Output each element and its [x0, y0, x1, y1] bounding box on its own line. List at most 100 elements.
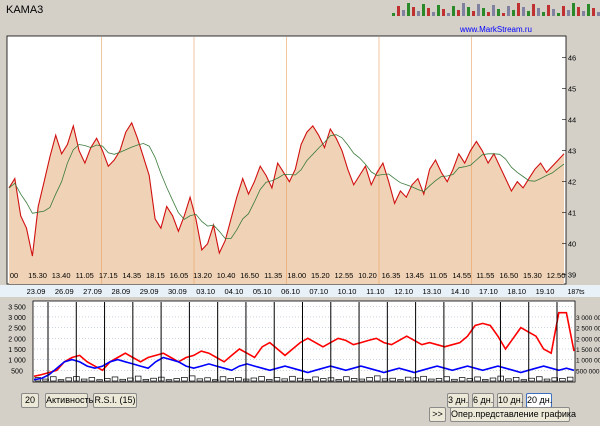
price-y-tick-label: 43: [568, 147, 576, 156]
ticker-bar: [472, 11, 475, 16]
chart-area: www.MarkStream.ru 39 40 41 42 43 44 45 46 00 15.…: [0, 20, 600, 388]
ticker-bar: [542, 12, 545, 16]
volume-right-tick-label: 1 000 000: [576, 358, 600, 365]
price-y-tick-label: 42: [568, 178, 576, 187]
price-x-tick-label: 12.50: [547, 271, 566, 280]
volume-left-tick-label: 1 000: [8, 358, 26, 365]
price-x-tick-label: 12.55: [335, 271, 354, 280]
ticker-bar: [452, 6, 455, 16]
ticker-bar: [432, 12, 435, 16]
price-x-tick-label: 11.55: [476, 271, 494, 280]
range-button-20d[interactable]: 20 дн.: [526, 393, 552, 408]
ticker-bar: [562, 6, 565, 16]
ticker-bar: [462, 3, 465, 16]
price-x-tick-label: 11.05: [76, 271, 94, 280]
volume-right-tick-label: 2 500 000: [576, 326, 600, 333]
date-label: 14.10: [451, 287, 470, 296]
price-x-tick-label: 00: [10, 271, 18, 280]
ticker-bar: [557, 13, 560, 16]
ticker-bar: [422, 4, 425, 16]
ticker-bar: [572, 3, 575, 16]
price-y-tick-label: 46: [568, 54, 576, 63]
volume-left-tick-label: 1 500: [8, 347, 26, 354]
range-button-6d[interactable]: 6 дн.: [472, 393, 494, 408]
price-y-tick-label: 39: [568, 271, 576, 280]
volume-left-tick-label: 2 000: [8, 336, 26, 343]
ticker-bar: [412, 7, 415, 16]
ticker-bar: [587, 4, 590, 16]
ticker-bar: [577, 7, 580, 16]
price-x-tick-label: 10.40: [217, 271, 236, 280]
ticker-bar: [522, 7, 525, 16]
price-x-tick-label: 13.45: [405, 271, 424, 280]
volume-chart-frame: [32, 300, 576, 383]
price-x-tick-label: 18.15: [146, 271, 165, 280]
price-y-tick-label: 44: [568, 116, 576, 125]
ticker-bar: [552, 9, 555, 16]
range-button-10d[interactable]: 10 дн.: [497, 393, 523, 408]
price-chart: www.MarkStream.ru 39 40 41 42 43 44 45 46 00 15.…: [6, 25, 576, 285]
ticker-bar: [477, 4, 480, 16]
ticker-bar: [492, 5, 495, 16]
date-label: 23.09: [27, 287, 46, 296]
date-label: 12.10: [394, 287, 413, 296]
ticker-bar: [457, 10, 460, 16]
period-field[interactable]: 20: [21, 393, 39, 408]
ticker-bar: [527, 11, 530, 16]
price-x-tick-label: 11.35: [264, 271, 282, 280]
volume-left-tick-label: 3 500: [8, 304, 26, 311]
date-label: 04.10: [225, 287, 244, 296]
date-label: 18.10: [507, 287, 526, 296]
date-label: 10.10: [338, 287, 357, 296]
volume-right-axis: 3 000 000 2 500 000 2 000 000 1 500 000 1 00…: [576, 315, 600, 375]
price-x-tick-label: 16.05: [170, 271, 189, 280]
volume-left-tick-label: 500: [11, 368, 23, 375]
price-x-tick-label: 13.20: [193, 271, 212, 280]
rsi-button[interactable]: R.S.I. (15): [93, 393, 137, 408]
activity-button[interactable]: Активность: [45, 393, 93, 408]
scroll-right-button[interactable]: >>: [429, 407, 446, 422]
date-label: 07.10: [309, 287, 328, 296]
price-x-tick-label: 14.55: [452, 271, 471, 280]
volume-right-tick-label: 1 500 000: [576, 347, 600, 354]
date-label: 27.09: [83, 287, 102, 296]
ticker-bar: [467, 7, 470, 16]
price-x-tick-label: 15.30: [523, 271, 542, 280]
date-label: 30.09: [168, 287, 187, 296]
price-x-tick-label: 11.05: [429, 271, 447, 280]
date-label: 03.10: [196, 287, 215, 296]
price-y-tick-label: 41: [568, 209, 576, 218]
date-label: 28.09: [111, 287, 130, 296]
date-label: 11.10: [366, 287, 384, 296]
date-label: 06.10: [281, 287, 300, 296]
ticker-bar: [437, 5, 440, 16]
ticker-bar: [537, 8, 540, 16]
window-title: KAMA3: [6, 4, 44, 16]
price-y-tick-label: 40: [568, 240, 576, 249]
ticker-bar: [447, 13, 450, 16]
volume-left-axis: 3 500 3 000 2 500 2 000 1 500 1 000 500: [8, 304, 26, 375]
ticker-bar: [442, 9, 445, 16]
ticker-bar: [417, 11, 420, 16]
ticker-bar: [502, 13, 505, 16]
volume-right-tick-label: 2 000 000: [576, 336, 600, 343]
ticker-bar: [497, 9, 500, 16]
price-x-tick-label: 17.15: [99, 271, 118, 280]
range-button-3d[interactable]: 3 дн.: [447, 393, 469, 408]
date-label: 29.09: [140, 287, 159, 296]
ticker-bar: [392, 13, 395, 16]
price-x-tick-label: 10.20: [358, 271, 377, 280]
date-label: 13.10: [422, 287, 441, 296]
chart-mode-button[interactable]: Опер.представление графика: [450, 407, 576, 422]
chart-canvas[interactable]: www.MarkStream.ru 39 40 41 42 43 44 45 46 00 15.…: [0, 20, 600, 388]
price-x-tick-label: 14.35: [122, 271, 141, 280]
price-x-tick-label: 18.00: [287, 271, 306, 280]
price-x-axis: 00 15.30 13.40 11.05 17.15 14.35 18.15 16.05 13.…: [10, 271, 566, 280]
volume-left-tick-label: 3 000: [8, 315, 26, 322]
ticker-bar: [407, 3, 410, 16]
ticker-bar: [402, 10, 405, 16]
price-x-tick-label: 15.20: [311, 271, 330, 280]
price-x-tick-label: 16.35: [382, 271, 401, 280]
volume-chart: 3 500 3 000 2 500 2 000 1 500 1 000 500 3 000 …: [8, 300, 600, 383]
corner-label: 187ts: [567, 289, 585, 296]
